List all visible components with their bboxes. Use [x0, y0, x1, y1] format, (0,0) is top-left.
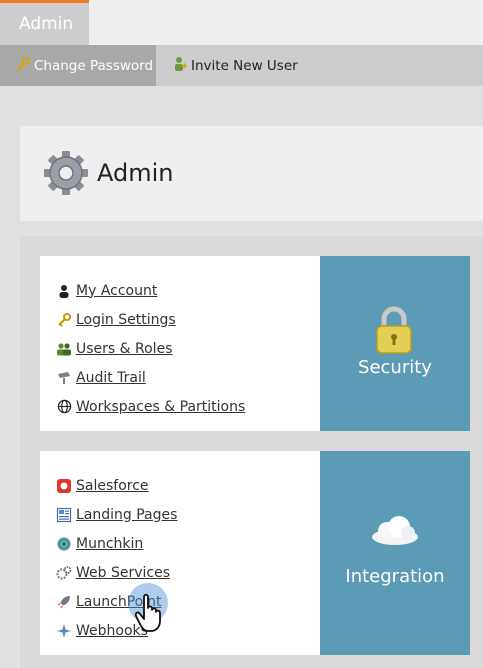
- lock-icon: [375, 306, 413, 358]
- change-password-button[interactable]: Change Password: [0, 45, 156, 86]
- link-login-settings[interactable]: Login Settings: [76, 312, 176, 328]
- list-item: Users & Roles: [55, 334, 245, 363]
- link-landing-pages[interactable]: Landing Pages: [76, 507, 177, 523]
- link-webhooks[interactable]: Webhooks: [76, 623, 148, 639]
- list-item: Landing Pages: [55, 500, 177, 529]
- link-audit-trail[interactable]: Audit Trail: [76, 370, 146, 386]
- link-munchkin[interactable]: Munchkin: [76, 536, 143, 552]
- munchkin-icon: [55, 535, 73, 553]
- gear-icon: [43, 150, 89, 200]
- users-icon: [55, 340, 73, 358]
- list-item: My Account: [55, 276, 245, 305]
- invite-new-user-label: Invite New User: [191, 57, 298, 74]
- link-my-account[interactable]: My Account: [76, 283, 157, 299]
- key-icon: [15, 56, 34, 76]
- landing-page-icon: [55, 506, 73, 524]
- link-workspaces-partitions[interactable]: Workspaces & Partitions: [76, 399, 245, 415]
- integration-panel: Salesforce Landing Pages Munchkin Web Se…: [40, 451, 470, 655]
- list-item: Munchkin: [55, 529, 177, 558]
- integration-tile-label: Integration: [345, 566, 445, 587]
- integration-tile[interactable]: Integration: [320, 451, 470, 655]
- cloud-icon: [370, 515, 420, 551]
- list-item: Salesforce: [55, 471, 177, 500]
- list-item: Webhooks: [55, 616, 177, 645]
- globe-icon: [55, 398, 73, 416]
- user-icon: [55, 282, 73, 300]
- page-title: Admin: [97, 159, 174, 187]
- security-panel: My Account Login Settings Users & Roles …: [40, 256, 470, 431]
- integration-links: Salesforce Landing Pages Munchkin Web Se…: [55, 471, 177, 645]
- webhook-icon: [55, 622, 73, 640]
- list-item: Audit Trail: [55, 363, 245, 392]
- security-tile[interactable]: Security: [320, 256, 470, 431]
- list-item: Web Services: [55, 558, 177, 587]
- tab-admin[interactable]: Admin: [0, 0, 89, 45]
- list-item: Login Settings: [55, 305, 245, 334]
- link-launchpoint[interactable]: LaunchPoint: [76, 594, 161, 610]
- salesforce-icon: [55, 477, 73, 495]
- change-password-label: Change Password: [34, 57, 154, 74]
- security-links: My Account Login Settings Users & Roles …: [55, 276, 245, 421]
- add-user-icon: [172, 56, 191, 76]
- link-salesforce[interactable]: Salesforce: [76, 478, 149, 494]
- invite-new-user-button[interactable]: Invite New User: [172, 45, 298, 86]
- toolbar: Change Password Invite New User: [0, 45, 483, 86]
- audit-icon: [55, 369, 73, 387]
- admin-content: My Account Login Settings Users & Roles …: [20, 236, 483, 668]
- gears-icon: [55, 564, 73, 582]
- tab-admin-label: Admin: [19, 14, 74, 34]
- list-item: LaunchPoint: [55, 587, 177, 616]
- key-icon: [55, 311, 73, 329]
- page-header: Admin: [20, 126, 483, 221]
- link-users-roles[interactable]: Users & Roles: [76, 341, 172, 357]
- security-tile-label: Security: [358, 357, 432, 378]
- list-item: Workspaces & Partitions: [55, 392, 245, 421]
- top-tab-bar: Admin: [0, 0, 483, 45]
- link-web-services[interactable]: Web Services: [76, 565, 170, 581]
- rocket-icon: [55, 593, 73, 611]
